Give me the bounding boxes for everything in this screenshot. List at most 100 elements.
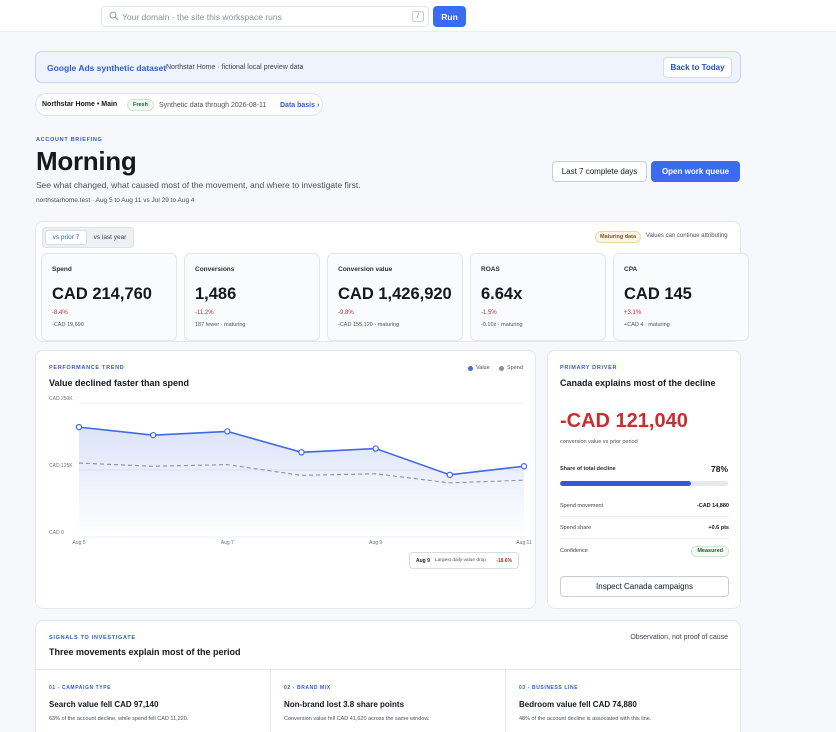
signal-card-brand-mix[interactable]: 02 - BRAND MIX Non-brand lost 3.8 share …: [271, 670, 506, 732]
chart-tooltip: Aug 9 Largest daily value drop -18.6%: [409, 552, 519, 569]
shortcut-key: /: [412, 11, 424, 22]
row-label: Confidence: [560, 548, 588, 554]
comparison-toggle: vs prior 7 vs last year: [42, 227, 134, 248]
row-value: -CAD 14,880: [696, 503, 729, 509]
page-title: Morning: [36, 146, 137, 176]
kpi-delta: -11.2%: [195, 310, 214, 316]
driver-row-confidence: Confidence Measured: [560, 541, 729, 562]
maturing-note: Values can continue attributing: [646, 233, 728, 239]
tooltip-text: Largest daily value drop: [435, 558, 486, 563]
search-icon: [109, 11, 119, 21]
kpi-note: +CAD 4 · maturing: [624, 322, 670, 328]
value-data-point: [298, 449, 305, 456]
row-value: +0.6 pts: [708, 525, 729, 531]
signal-title: Bedroom value fell CAD 74,880: [519, 700, 637, 709]
trend-chart: CAD 250K CAD 125K CAD 0 Aug 5 Aug 7 Aug 9 Aug …: [49, 396, 532, 546]
run-button[interactable]: Run: [433, 6, 466, 27]
value-data-point: [149, 431, 157, 439]
signal-title: Search value fell CAD 97,140: [49, 700, 159, 709]
open-work-queue-button[interactable]: Open work queue: [651, 161, 740, 182]
kpi-delta: -8.4%: [52, 310, 68, 316]
inspect-canada-button[interactable]: Inspect Canada campaigns: [560, 576, 729, 597]
toggle-vs-prior-7[interactable]: vs prior 7: [45, 230, 87, 245]
x-tick-label: Aug 5: [72, 540, 85, 546]
kpi-value: 1,486: [195, 285, 237, 303]
kpi-card-conversions[interactable]: Conversions 1,486 -11.2% 187 fewer · mat…: [184, 253, 320, 341]
tooltip-date: Aug 9: [416, 558, 430, 564]
data-through-text: Synthetic data through 2026-08-11: [159, 102, 267, 109]
signal-desc: Conversion value fell CAD 41,620 across …: [284, 716, 430, 722]
kpi-note: -CAD 19,690: [52, 322, 84, 328]
signals-eyebrow: SIGNALS TO INVESTIGATE: [49, 635, 136, 641]
signals-section: SIGNALS TO INVESTIGATE Three movements e…: [35, 620, 742, 732]
banner-title: Google Ads synthetic dataset: [47, 63, 167, 73]
share-value: 78%: [710, 464, 728, 474]
kpi-label: Conversions: [195, 266, 235, 273]
value-data-point: [520, 463, 528, 470]
driver-title: Canada explains most of the decline: [560, 378, 716, 388]
share-label: Share of total decline: [560, 466, 616, 472]
signal-title: Non-brand lost 3.8 share points: [284, 700, 405, 709]
hero-subtitle: See what changed, what caused most of th…: [36, 180, 361, 190]
signal-tag: 01 - CAMPAIGN TYPE: [49, 685, 112, 691]
kpi-card-spend[interactable]: Spend CAD 214,760 -8.4% -CAD 19,690: [41, 253, 177, 341]
row-label: Spend movement: [560, 503, 604, 509]
signal-card-business-line[interactable]: 03 - BUSINESS LINE Bedroom value fell CA…: [506, 670, 742, 732]
top-bar: / Run: [0, 0, 836, 32]
data-basis-link[interactable]: Data basis ›: [280, 102, 319, 109]
kpi-section: vs prior 7 vs last year Maturing data Va…: [35, 221, 749, 342]
dataset-banner: Google Ads synthetic dataset Northstar H…: [35, 51, 741, 83]
x-tick-label: Aug 9: [369, 540, 382, 546]
kpi-label: ROAS: [481, 266, 500, 273]
kpi-delta: -9.8%: [338, 310, 354, 316]
kpi-label: CPA: [624, 266, 638, 273]
kpi-value: CAD 214,760: [52, 285, 152, 303]
row-label: Spend share: [560, 525, 592, 531]
toggle-vs-last-year[interactable]: vs last year: [89, 230, 131, 245]
maturing-data-badge: Maturing data: [595, 231, 642, 243]
kpi-value: CAD 1,426,920: [338, 285, 452, 303]
x-tick-label: Aug 7: [221, 540, 234, 546]
signal-desc: 63% of the account decline, while spend …: [49, 716, 189, 722]
primary-driver-card: PRIMARY DRIVER Canada explains most of t…: [547, 350, 741, 609]
confidence-badge: Measured: [691, 546, 729, 557]
signal-card-campaign-type[interactable]: 01 - CAMPAIGN TYPE Search value fell CAD…: [36, 670, 271, 732]
signals-grid: 01 - CAMPAIGN TYPE Search value fell CAD…: [36, 669, 742, 732]
kpi-label: Spend: [52, 266, 72, 273]
signals-note: Observation, not proof of cause: [630, 634, 728, 641]
hero-eyebrow: ACCOUNT BRIEFING: [36, 137, 103, 143]
kpi-card-cpa[interactable]: CPA CAD 145 +3.1% +CAD 4 · maturing: [613, 253, 749, 341]
signal-tag: 02 - BRAND MIX: [284, 685, 331, 691]
driver-row-spend-movement: Spend movement -CAD 14,880: [560, 496, 729, 517]
date-range-button[interactable]: Last 7 complete days: [552, 161, 647, 182]
kpi-value: 6.64x: [481, 285, 523, 303]
driver-value: -CAD 121,040: [560, 410, 688, 432]
kpi-delta: +3.1%: [624, 310, 642, 316]
x-tick-label: Aug 11: [516, 540, 532, 546]
banner-subtitle: Northstar Home · fictional local preview…: [166, 64, 304, 71]
kpi-value: CAD 145: [624, 285, 692, 303]
y-tick-label: CAD 0: [49, 530, 64, 536]
kpi-note: 187 fewer · maturing: [195, 322, 246, 328]
y-tick-label: CAD 250K: [49, 396, 73, 402]
account-context: Northstar Home • Main Fresh Synthetic da…: [35, 93, 323, 116]
kpi-delta: -1.5%: [481, 310, 497, 316]
kpi-card-conversion-value[interactable]: Conversion value CAD 1,426,920 -9.8% -CA…: [327, 253, 463, 341]
share-progress-bar: [560, 481, 728, 486]
kpi-note: -0.10x · maturing: [481, 322, 523, 328]
share-progress-fill: [560, 481, 692, 486]
value-data-point: [372, 445, 379, 452]
value-data-point: [75, 423, 83, 431]
driver-eyebrow: PRIMARY DRIVER: [560, 365, 618, 371]
account-name: Northstar Home • Main: [42, 101, 118, 108]
kpi-card-roas[interactable]: ROAS 6.64x -1.5% -0.10x · maturing: [470, 253, 606, 341]
hero-meta: northstarhome.test · Aug 5 to Aug 11 vs …: [36, 197, 195, 204]
domain-input[interactable]: [122, 9, 407, 24]
back-to-today-button[interactable]: Back to Today: [663, 57, 732, 78]
signals-title: Three movements explain most of the peri…: [49, 647, 241, 657]
y-tick-label: CAD 125K: [49, 463, 73, 469]
value-data-point: [446, 471, 454, 479]
tooltip-value: -18.6%: [496, 558, 512, 564]
driver-row-spend-share: Spend share +0.6 pts: [560, 518, 729, 539]
performance-trend-card: PERFORMANCE TREND Value declined faster …: [35, 350, 536, 609]
